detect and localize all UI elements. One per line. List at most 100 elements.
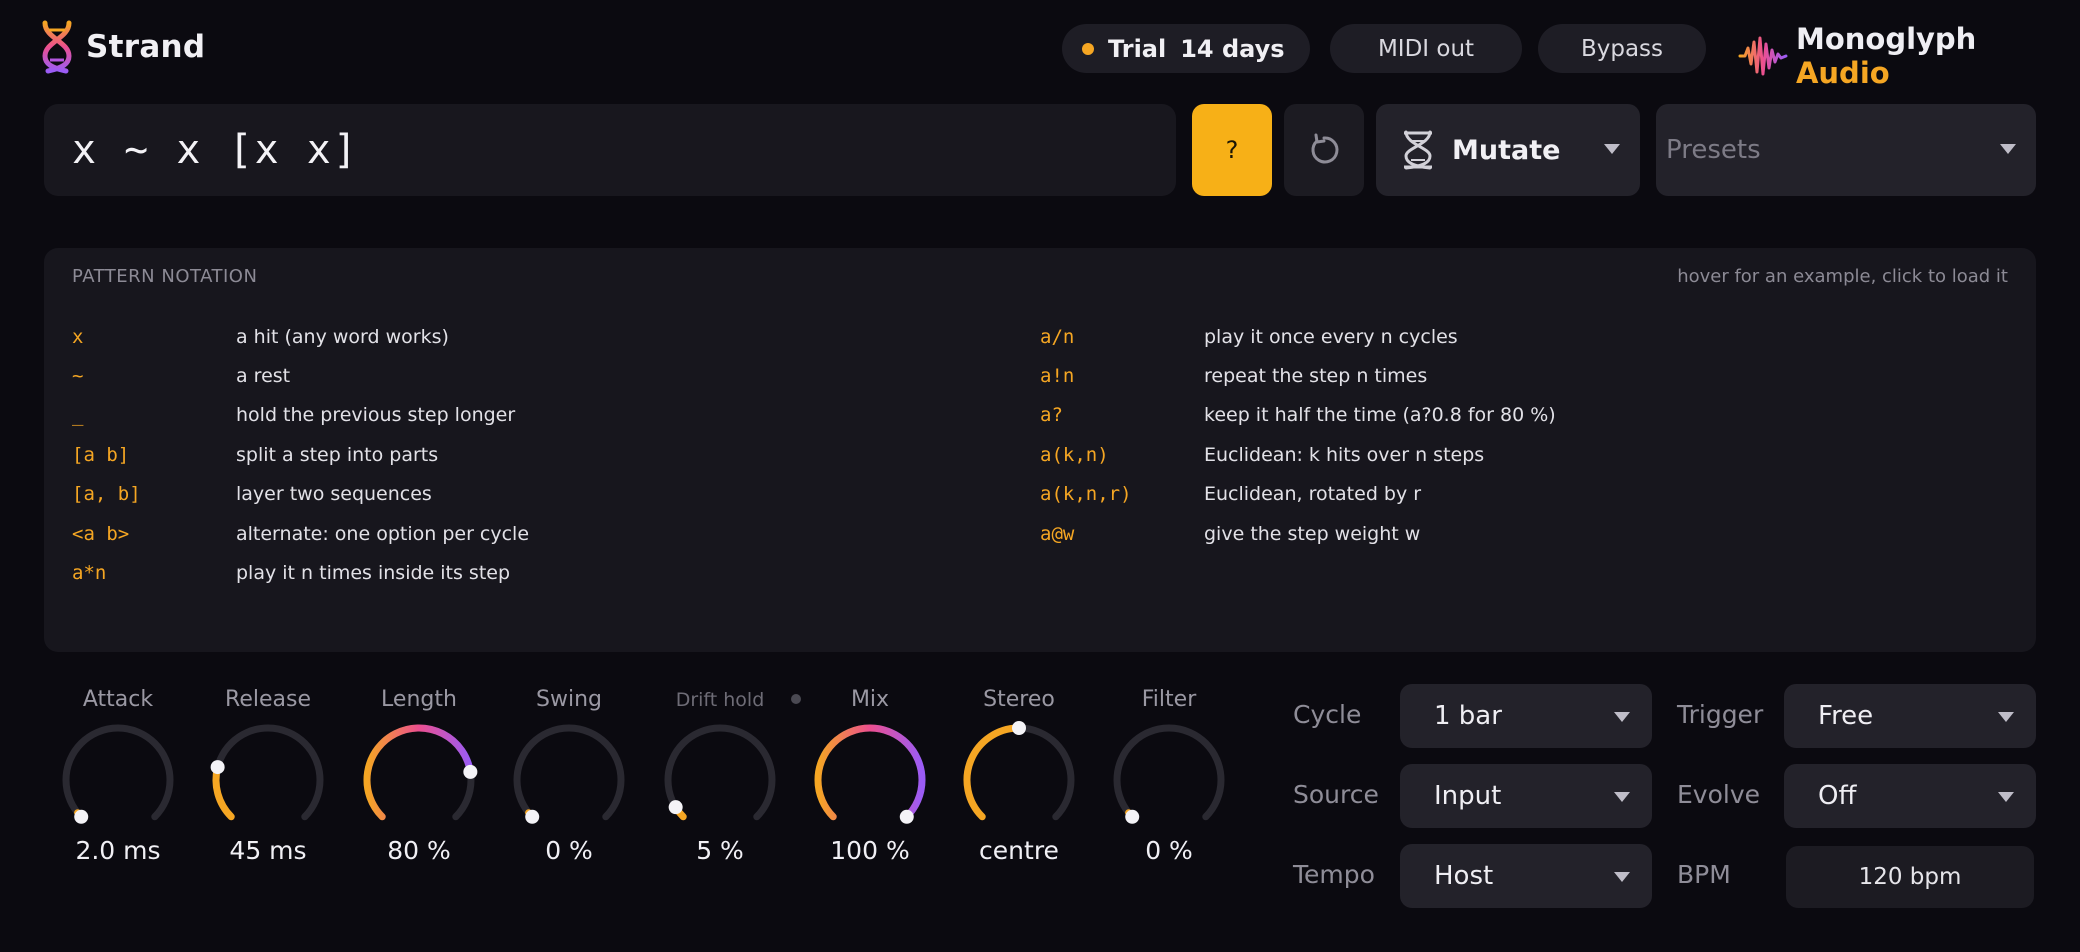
- chevron-down-icon: [1614, 712, 1630, 722]
- notation-item[interactable]: a(k,n) Euclidean: k hits over n steps: [1040, 440, 1484, 470]
- bpm-input[interactable]: 120 bpm: [1786, 846, 2034, 908]
- knob-track: [513, 724, 625, 821]
- knob-track: [664, 724, 776, 821]
- notation-item[interactable]: a? keep it half the time (a?0.8 for 80 %): [1040, 400, 1556, 430]
- notation-code: a(k,n): [1040, 444, 1109, 466]
- knob-label: Stereo: [983, 687, 1055, 712]
- notation-code: ~: [72, 365, 84, 387]
- notation-title: PATTERN NOTATION: [72, 266, 258, 287]
- knob-dial[interactable]: [354, 720, 484, 830]
- chevron-down-icon: [1998, 792, 2014, 802]
- knob-value: 45 ms: [229, 836, 307, 865]
- notation-code: a*n: [72, 562, 107, 584]
- knob-dial[interactable]: [53, 720, 183, 830]
- knob-dial[interactable]: [203, 720, 333, 830]
- knob-track: [212, 724, 324, 821]
- knob-release[interactable]: Release 45 ms: [193, 680, 343, 865]
- evolve-dropdown[interactable]: Off: [1784, 764, 2036, 828]
- notation-item[interactable]: x a hit (any word works): [72, 322, 449, 352]
- trigger-label: Trigger: [1677, 700, 1764, 729]
- reset-button[interactable]: [1284, 104, 1364, 196]
- midi-out-button[interactable]: MIDI out: [1330, 24, 1522, 73]
- knob-handle[interactable]: [525, 809, 540, 824]
- trial-badge[interactable]: Trial 14 days: [1062, 24, 1310, 73]
- knob-fill: [212, 763, 235, 821]
- presets-dropdown[interactable]: Presets: [1656, 104, 2036, 196]
- tempo-label: Tempo: [1293, 860, 1375, 889]
- knob-handle[interactable]: [210, 760, 225, 775]
- knob-label: Release: [225, 687, 311, 712]
- knob-handle[interactable]: [1012, 721, 1026, 735]
- app-logo: Strand: [40, 20, 205, 74]
- mutate-dropdown[interactable]: Mutate: [1376, 104, 1640, 196]
- notation-item[interactable]: a/n play it once every n cycles: [1040, 322, 1458, 352]
- notation-item[interactable]: a*n play it n times inside its step: [72, 558, 510, 588]
- knob-swing[interactable]: Swing 0 %: [494, 680, 644, 865]
- knob-handle[interactable]: [463, 764, 478, 779]
- knob-fill: [363, 724, 474, 821]
- knob-value: 100 %: [830, 836, 910, 865]
- knob-value: centre: [979, 836, 1059, 865]
- notation-item[interactable]: [a b] split a step into parts: [72, 440, 438, 470]
- notation-item[interactable]: ~ a rest: [72, 361, 290, 391]
- knob-handle[interactable]: [668, 800, 683, 815]
- knob-attack[interactable]: Attack 2.0 ms: [43, 680, 193, 865]
- knob-length[interactable]: Length 80 %: [344, 680, 494, 865]
- notation-code: <a b>: [72, 523, 130, 545]
- notation-desc: repeat the step n times: [1204, 365, 1428, 387]
- knob-dial[interactable]: [805, 720, 935, 830]
- notation-item[interactable]: [a, b] layer two sequences: [72, 479, 432, 509]
- notation-code: a@w: [1040, 523, 1075, 545]
- bypass-button[interactable]: Bypass: [1538, 24, 1706, 73]
- knob-dial[interactable]: [954, 720, 1084, 830]
- trigger-value: Free: [1818, 701, 1874, 731]
- tempo-value: Host: [1434, 861, 1494, 891]
- tempo-dropdown[interactable]: Host: [1400, 844, 1652, 908]
- evolve-label: Evolve: [1677, 780, 1761, 809]
- notation-code: x: [72, 326, 84, 348]
- knob-track: [1113, 724, 1225, 821]
- knob-stereo[interactable]: Stereo centre: [944, 680, 1094, 865]
- help-button[interactable]: ?: [1192, 104, 1272, 196]
- pattern-input[interactable]: x ~ x [x x]: [44, 104, 1176, 196]
- bpm-label: BPM: [1677, 860, 1731, 889]
- knob-value: 5 %: [696, 836, 744, 865]
- notation-item[interactable]: <a b> alternate: one option per cycle: [72, 519, 529, 549]
- knob-dial[interactable]: [504, 720, 634, 830]
- knob-value: 0 %: [1145, 836, 1193, 865]
- presets-placeholder: Presets: [1666, 135, 1761, 165]
- notation-item[interactable]: _ hold the previous step longer: [72, 400, 515, 430]
- knob-filter[interactable]: Filter 0 %: [1094, 680, 1244, 865]
- chevron-down-icon: [1998, 712, 2014, 722]
- knob-track: [62, 724, 174, 821]
- mutate-label: Mutate: [1452, 134, 1561, 166]
- notation-desc: play it n times inside its step: [236, 562, 511, 584]
- notation-code: [a, b]: [72, 483, 141, 505]
- cycle-dropdown[interactable]: 1 bar: [1400, 684, 1652, 748]
- knob-mix[interactable]: Mix 100 %: [795, 680, 945, 865]
- trigger-dropdown[interactable]: Free: [1784, 684, 2036, 748]
- notation-desc: Euclidean, rotated by r: [1204, 483, 1422, 505]
- notation-code: a!n: [1040, 365, 1075, 387]
- notation-code: a/n: [1040, 326, 1075, 348]
- notation-desc: alternate: one option per cycle: [236, 523, 530, 545]
- help-button-label: ?: [1225, 136, 1239, 164]
- dna-icon: [42, 20, 72, 74]
- knob-drift-hold[interactable]: Drift hold 5 %: [645, 680, 795, 865]
- waveform-icon: [1738, 36, 1788, 76]
- knob-value: 80 %: [387, 836, 451, 865]
- notation-item[interactable]: a!n repeat the step n times: [1040, 361, 1427, 391]
- knob-handle[interactable]: [1125, 809, 1140, 824]
- notation-item[interactable]: a(k,n,r) Euclidean, rotated by r: [1040, 479, 1421, 509]
- notation-panel: PATTERN NOTATION hover for an example, c…: [44, 248, 2036, 652]
- notation-item[interactable]: a@w give the step weight w: [1040, 519, 1420, 549]
- chevron-down-icon: [2000, 144, 2016, 154]
- source-dropdown[interactable]: Input: [1400, 764, 1652, 828]
- knob-dial[interactable]: [655, 720, 785, 830]
- knob-handle[interactable]: [74, 809, 89, 824]
- knob-label: Swing: [536, 687, 602, 712]
- knob-handle[interactable]: [899, 809, 914, 824]
- knob-value: 2.0 ms: [75, 836, 161, 865]
- knob-dial[interactable]: [1104, 720, 1234, 830]
- notation-code: [a b]: [72, 444, 130, 466]
